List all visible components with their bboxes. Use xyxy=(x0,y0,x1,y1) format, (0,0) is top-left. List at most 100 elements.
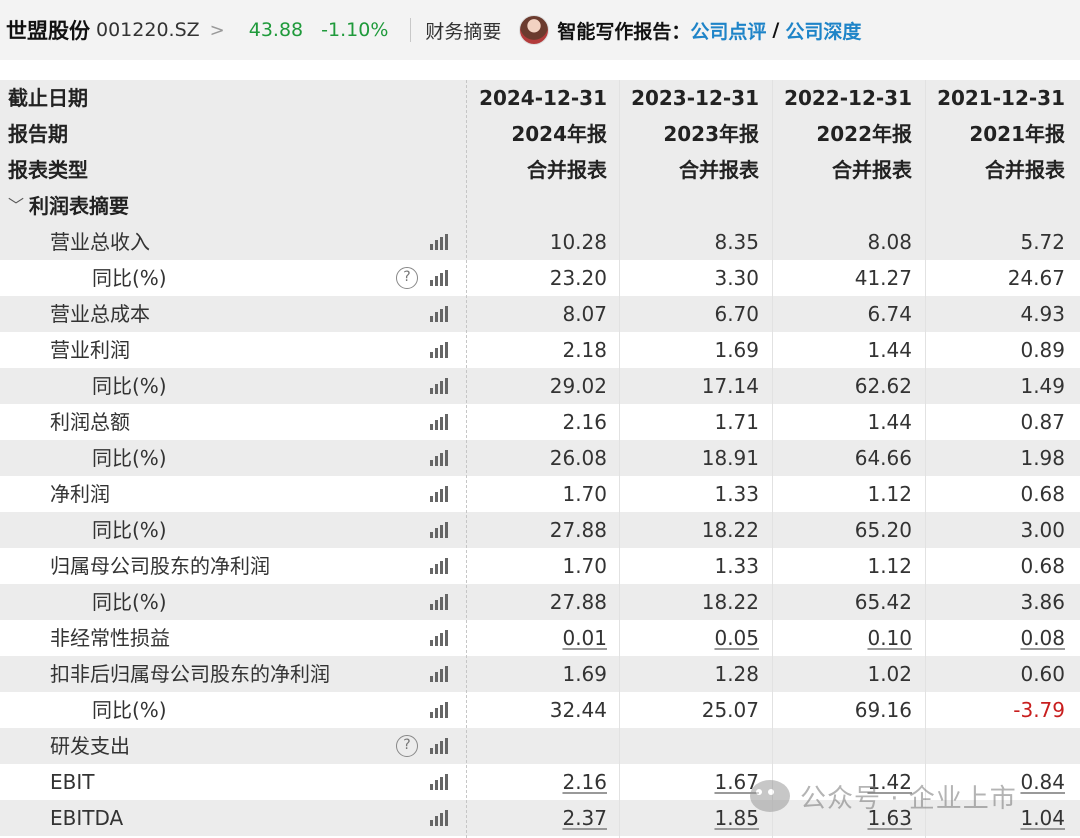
table-cell: 0.89 xyxy=(1020,338,1065,362)
table-row: 营业总成本 8.07 6.70 6.74 4.93 xyxy=(0,296,1080,332)
chevron-right-icon[interactable]: > xyxy=(210,20,225,41)
ai-report-label: 智能写作报告： xyxy=(557,20,691,43)
bar-chart-icon[interactable] xyxy=(430,486,448,502)
table-cell: 1.12 xyxy=(867,482,912,506)
header-cell: 合并报表 xyxy=(679,158,759,182)
section-label[interactable]: 利润表摘要 xyxy=(29,188,129,224)
table-row: 营业总收入 10.28 8.35 8.08 5.72 xyxy=(0,224,1080,260)
table-cell[interactable]: 0.01 xyxy=(467,620,607,656)
section-row[interactable]: ﹀ 利润表摘要 xyxy=(0,188,1080,224)
divider xyxy=(410,18,412,42)
bar-chart-icon[interactable] xyxy=(430,234,448,250)
table-cell: 6.70 xyxy=(714,302,759,326)
table-cell: 2.16 xyxy=(562,410,607,434)
column-divider xyxy=(925,80,926,838)
row-label[interactable]: 扣非后归属母公司股东的净利润 xyxy=(50,656,330,692)
table-row: 同比(%) 27.88 18.22 65.42 3.86 xyxy=(0,584,1080,620)
bar-chart-icon[interactable] xyxy=(430,306,448,322)
header-cell: 合并报表 xyxy=(832,158,912,182)
help-icon[interactable]: ? xyxy=(396,735,418,757)
stock-price: 43.88 xyxy=(248,19,304,41)
row-label[interactable]: 营业利润 xyxy=(50,332,130,368)
table-cell: 29.02 xyxy=(549,374,607,398)
table-cell[interactable]: 0.08 xyxy=(925,620,1065,656)
bar-chart-icon[interactable] xyxy=(430,810,448,826)
bar-chart-icon[interactable] xyxy=(430,738,448,754)
table-cell[interactable]: 0.10 xyxy=(772,620,912,656)
table-cell[interactable]: 2.37 xyxy=(467,800,607,836)
table-cell: 3.86 xyxy=(1020,590,1065,614)
bar-chart-icon[interactable] xyxy=(430,774,448,790)
table-row: 同比(%)? 23.20 3.30 41.27 24.67 xyxy=(0,260,1080,296)
header-bar: 世盟股份 001220.SZ > 43.88 -1.10% 财务摘要 智能写作报… xyxy=(0,0,1080,60)
bar-chart-icon[interactable] xyxy=(430,378,448,394)
table-row: 同比(%) 26.08 18.91 64.66 1.98 xyxy=(0,440,1080,476)
row-label[interactable]: 非经常性损益 xyxy=(50,620,170,656)
bar-chart-icon[interactable] xyxy=(430,522,448,538)
header-row: 报表类型 合并报表 合并报表 合并报表 合并报表 xyxy=(0,152,1080,188)
bar-chart-icon[interactable] xyxy=(430,558,448,574)
header-cell: 合并报表 xyxy=(985,158,1065,182)
row-label[interactable]: EBITDA xyxy=(50,800,123,836)
table-cell: 1.12 xyxy=(867,554,912,578)
table-cell: 1.69 xyxy=(714,338,759,362)
row-label[interactable]: 同比(%) xyxy=(92,260,167,296)
help-icon[interactable]: ? xyxy=(396,267,418,289)
table-cell: 18.91 xyxy=(701,446,759,470)
table-cell: 1.28 xyxy=(714,662,759,686)
ai-avatar-icon xyxy=(519,15,550,45)
header-cell: 2024年报 xyxy=(511,122,607,146)
header-label: 报告期 xyxy=(8,122,68,146)
row-label[interactable]: 同比(%) xyxy=(92,440,167,476)
row-label[interactable]: 营业总收入 xyxy=(50,224,150,260)
bar-chart-icon[interactable] xyxy=(430,270,448,286)
table-cell: 1.49 xyxy=(1020,374,1065,398)
row-label[interactable]: 归属母公司股东的净利润 xyxy=(50,548,270,584)
table-cell: 8.08 xyxy=(867,230,912,254)
bar-chart-icon[interactable] xyxy=(430,414,448,430)
financial-summary-table: 截止日期 2024-12-31 2023-12-31 2022-12-31 2021-1… xyxy=(0,80,1080,838)
table-cell xyxy=(772,728,912,764)
bar-chart-icon[interactable] xyxy=(430,450,448,466)
row-label[interactable]: 同比(%) xyxy=(92,368,167,404)
header-cell: 2022-12-31 xyxy=(784,86,912,110)
bar-chart-icon[interactable] xyxy=(430,666,448,682)
table-row: 利润总额 2.16 1.71 1.44 0.87 xyxy=(0,404,1080,440)
table-cell[interactable]: 1.85 xyxy=(619,800,759,836)
column-divider xyxy=(466,80,467,838)
table-cell: 0.60 xyxy=(1020,662,1065,686)
row-label[interactable]: 营业总成本 xyxy=(50,296,150,332)
link-separator: / xyxy=(772,19,780,41)
table-cell[interactable]: 2.16 xyxy=(467,764,607,800)
table-cell: 1.98 xyxy=(1020,446,1065,470)
bar-chart-icon[interactable] xyxy=(430,702,448,718)
table-cell: 8.35 xyxy=(714,230,759,254)
bar-chart-icon[interactable] xyxy=(430,342,448,358)
table-cell xyxy=(925,728,1065,764)
row-label[interactable]: 利润总额 xyxy=(50,404,130,440)
stock-name[interactable]: 世盟股份 xyxy=(6,15,90,45)
row-label[interactable]: 净利润 xyxy=(50,476,110,512)
bar-chart-icon[interactable] xyxy=(430,594,448,610)
row-label[interactable]: EBIT xyxy=(50,764,94,800)
table-row: 研发支出? xyxy=(0,728,1080,764)
row-label[interactable]: 同比(%) xyxy=(92,692,167,728)
table-cell: 1.33 xyxy=(714,482,759,506)
table-cell: 1.33 xyxy=(714,554,759,578)
table-cell: 17.14 xyxy=(701,374,759,398)
table-row: 同比(%) 32.44 25.07 69.16 -3.79 xyxy=(0,692,1080,728)
table-cell: 0.87 xyxy=(1020,410,1065,434)
table-cell[interactable]: 1.67 xyxy=(619,764,759,800)
table-cell: 6.74 xyxy=(867,302,912,326)
company-review-link[interactable]: 公司点评 xyxy=(690,17,766,44)
table-cell: 41.27 xyxy=(854,266,912,290)
row-label[interactable]: 同比(%) xyxy=(92,584,167,620)
table-cell: 18.22 xyxy=(701,590,759,614)
company-depth-link[interactable]: 公司深度 xyxy=(785,17,861,44)
table-cell[interactable]: 0.05 xyxy=(619,620,759,656)
table-cell: 1.44 xyxy=(867,338,912,362)
bar-chart-icon[interactable] xyxy=(430,630,448,646)
row-label[interactable]: 同比(%) xyxy=(92,512,167,548)
chevron-down-icon[interactable]: ﹀ xyxy=(8,188,24,224)
row-label[interactable]: 研发支出 xyxy=(50,728,130,764)
